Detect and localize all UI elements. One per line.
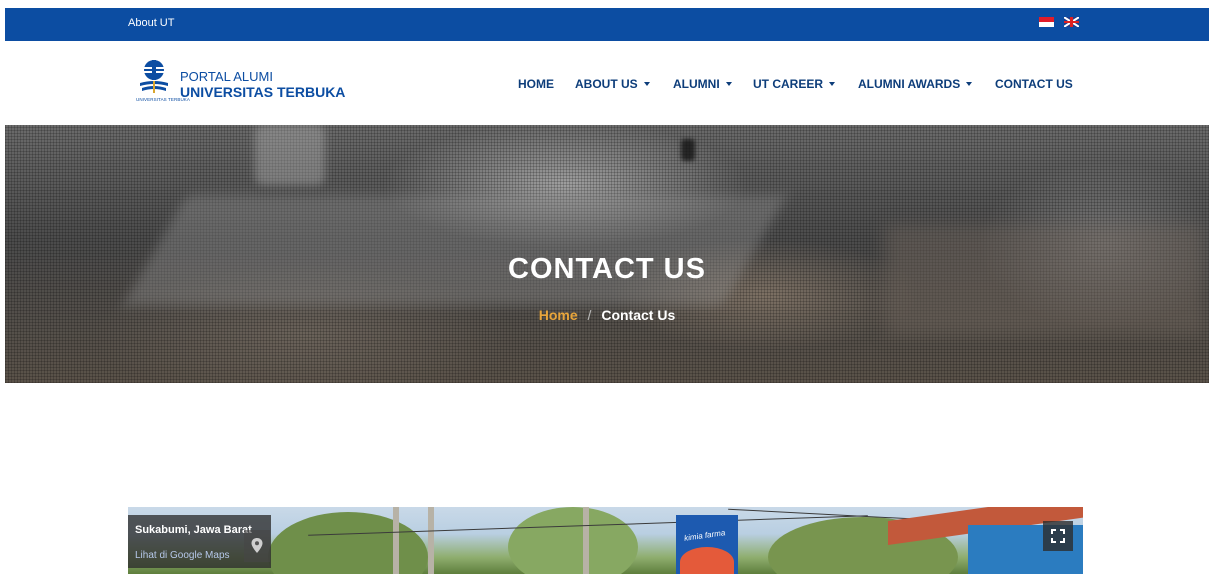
chevron-down-icon <box>725 81 732 86</box>
nav-item-home[interactable]: HOME <box>518 77 554 91</box>
english-flag-icon[interactable] <box>1064 17 1079 27</box>
nav-item-alumni[interactable]: ALUMNI <box>673 77 732 91</box>
top-bar: About UT <box>5 8 1209 41</box>
page-title: CONTACT US <box>508 253 706 285</box>
nav-item-ut-career[interactable]: UT CAREER <box>753 77 836 91</box>
breadcrumb-current: Contact Us <box>601 307 676 323</box>
map-info-card: Sukabumi, Jawa Barat Lihat di Google Map… <box>128 515 271 568</box>
chevron-down-icon <box>643 81 650 86</box>
map-place-name: Sukabumi, Jawa Barat <box>135 524 252 536</box>
view-in-google-maps-link[interactable]: Lihat di Google Maps <box>135 550 230 561</box>
main-nav: HOME ABOUT US ALUMNI UT CAREER ALUMNI AW… <box>5 77 1209 91</box>
indonesian-flag-icon[interactable] <box>1039 17 1054 27</box>
chevron-down-icon <box>966 81 973 86</box>
nav-item-alumni-awards[interactable]: ALUMNI AWARDS <box>858 77 973 91</box>
map-embed[interactable]: kimia farma Sukabumi, Jawa Barat Lihat d… <box>128 507 1083 574</box>
site-header: UNIVERSITAS TERBUKA PORTAL ALUMI UNIVERS… <box>5 41 1209 125</box>
breadcrumb: Home / Contact Us <box>5 307 1209 323</box>
breadcrumb-separator: / <box>587 307 592 323</box>
nav-item-contact-us[interactable]: CONTACT US <box>995 77 1073 91</box>
about-ut-link[interactable]: About UT <box>128 17 174 29</box>
store-sign: kimia farma <box>676 515 738 574</box>
fullscreen-icon[interactable] <box>1043 521 1073 551</box>
nav-item-about-us[interactable]: ABOUT US <box>575 77 650 91</box>
breadcrumb-home-link[interactable]: Home <box>539 307 578 323</box>
store-sign-text: kimia farma <box>683 528 726 543</box>
page-hero: CONTACT US Home / Contact Us <box>5 125 1209 383</box>
map-pin-icon[interactable] <box>244 530 270 562</box>
chevron-down-icon <box>829 81 836 86</box>
